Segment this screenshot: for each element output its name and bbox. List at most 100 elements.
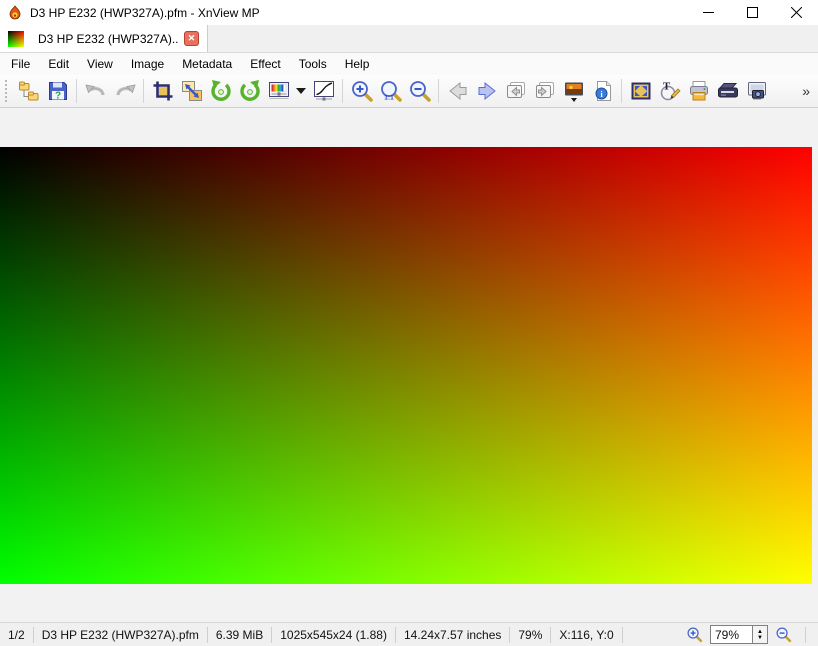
maximize-button[interactable] (730, 0, 774, 25)
curves-icon (312, 79, 336, 103)
image-canvas[interactable] (0, 147, 812, 584)
zoom-in-icon (350, 79, 374, 103)
toolbar-grip[interactable] (5, 80, 9, 102)
svg-text:?: ? (54, 91, 60, 102)
status-filesize: 6.39 MiB (208, 627, 272, 643)
maximize-icon (747, 7, 758, 18)
undo-button[interactable] (81, 77, 110, 105)
image-viewport (0, 108, 818, 622)
zoom-in-icon[interactable] (686, 626, 703, 643)
next-page-button[interactable] (530, 77, 559, 105)
zoom-out-icon[interactable] (775, 626, 792, 643)
minimize-button[interactable] (686, 0, 730, 25)
tab-label: D3 HP E232 (HWP327A)... (38, 32, 178, 46)
zoom-in-button[interactable] (347, 77, 376, 105)
status-print-size: 14.24x7.57 inches (396, 627, 510, 643)
status-cursor-position: X:116, Y:0 (551, 627, 622, 643)
status-end-separator (805, 627, 806, 643)
toolbar-separator (621, 79, 622, 103)
print-icon (687, 79, 711, 103)
previous-image-icon (446, 79, 470, 103)
browse-icon (17, 79, 41, 103)
scan-icon (716, 79, 740, 103)
curves-button[interactable] (309, 77, 338, 105)
crop-button[interactable] (148, 77, 177, 105)
zoom-spinner[interactable]: ▲ ▼ (752, 626, 767, 643)
toolbar-separator (438, 79, 439, 103)
rotate-right-icon (238, 79, 262, 103)
menu-tools[interactable]: Tools (290, 54, 336, 74)
browse-button[interactable] (14, 77, 43, 105)
info-icon: i (591, 79, 615, 103)
zoom-out-icon (408, 79, 432, 103)
resize-icon (180, 79, 204, 103)
fullscreen-button[interactable] (626, 77, 655, 105)
toolbar: ? (0, 75, 818, 108)
zoom-out-button[interactable] (405, 77, 434, 105)
info-button[interactable]: i (588, 77, 617, 105)
previous-page-icon (504, 79, 528, 103)
menu-file[interactable]: File (2, 54, 39, 74)
toolbar-overflow-button[interactable]: » (802, 83, 814, 99)
close-button[interactable] (774, 0, 818, 25)
status-bar: 1/2 D3 HP E232 (HWP327A).pfm 6.39 MiB 10… (0, 622, 818, 646)
text-draw-button[interactable]: T (655, 77, 684, 105)
resize-button[interactable] (177, 77, 206, 105)
menu-metadata[interactable]: Metadata (173, 54, 241, 74)
close-icon (791, 7, 802, 18)
slideshow-button[interactable] (559, 77, 588, 105)
redo-icon (113, 79, 137, 103)
scan-button[interactable] (713, 77, 742, 105)
menu-edit[interactable]: Edit (39, 54, 78, 74)
zoom-level-value: 79% (711, 628, 752, 642)
title-bar: D3 HP E232 (HWP327A).pfm - XnView MP (0, 0, 818, 25)
print-button[interactable] (684, 77, 713, 105)
slideshow-icon (562, 79, 586, 103)
rotate-left-icon (209, 79, 233, 103)
next-page-icon (533, 79, 557, 103)
tab-close-button[interactable]: ✕ (184, 31, 199, 46)
next-image-button[interactable] (472, 77, 501, 105)
menu-image[interactable]: Image (122, 54, 173, 74)
redo-button[interactable] (110, 77, 139, 105)
window-title: D3 HP E232 (HWP327A).pfm - XnView MP (30, 6, 260, 20)
screen-capture-icon (745, 79, 769, 103)
adjust-colors-dropdown-caret[interactable] (296, 87, 306, 95)
menu-bar: File Edit View Image Metadata Effect Too… (0, 53, 818, 75)
tab-bar: D3 HP E232 (HWP327A)... ✕ (0, 25, 818, 53)
status-zoom-percent: 79% (510, 627, 551, 643)
menu-view[interactable]: View (78, 54, 122, 74)
tab-active[interactable]: D3 HP E232 (HWP327A)... ✕ (0, 25, 208, 52)
rotate-right-button[interactable] (235, 77, 264, 105)
undo-icon (84, 79, 108, 103)
status-zoom-controls: 79% ▲ ▼ (686, 625, 818, 644)
zoom-level-field[interactable]: 79% ▲ ▼ (710, 625, 768, 644)
status-page-index: 1/2 (0, 627, 34, 643)
zoom-actual-size-icon: 1:1 (379, 79, 403, 103)
app-icon (7, 5, 23, 21)
tab-thumbnail (8, 31, 24, 47)
spinner-down-icon[interactable]: ▼ (757, 635, 763, 641)
toolbar-separator (143, 79, 144, 103)
save-icon: ? (46, 79, 70, 103)
menu-effect[interactable]: Effect (241, 54, 289, 74)
zoom-actual-size-button[interactable]: 1:1 (376, 77, 405, 105)
adjust-colors-icon (267, 79, 291, 103)
screen-capture-button[interactable] (742, 77, 771, 105)
save-button[interactable]: ? (43, 77, 72, 105)
menu-help[interactable]: Help (336, 54, 379, 74)
fullscreen-icon (629, 79, 653, 103)
toolbar-separator (76, 79, 77, 103)
window-controls (686, 0, 818, 25)
crop-icon (151, 79, 175, 103)
previous-image-button[interactable] (443, 77, 472, 105)
rotate-left-button[interactable] (206, 77, 235, 105)
toolbar-separator (342, 79, 343, 103)
status-dimensions: 1025x545x24 (1.88) (272, 627, 396, 643)
svg-text:T: T (662, 81, 670, 93)
minimize-icon (703, 7, 714, 18)
previous-page-button[interactable] (501, 77, 530, 105)
next-image-icon (475, 79, 499, 103)
svg-text:1:1: 1:1 (384, 95, 394, 102)
adjust-colors-button[interactable] (264, 77, 293, 105)
